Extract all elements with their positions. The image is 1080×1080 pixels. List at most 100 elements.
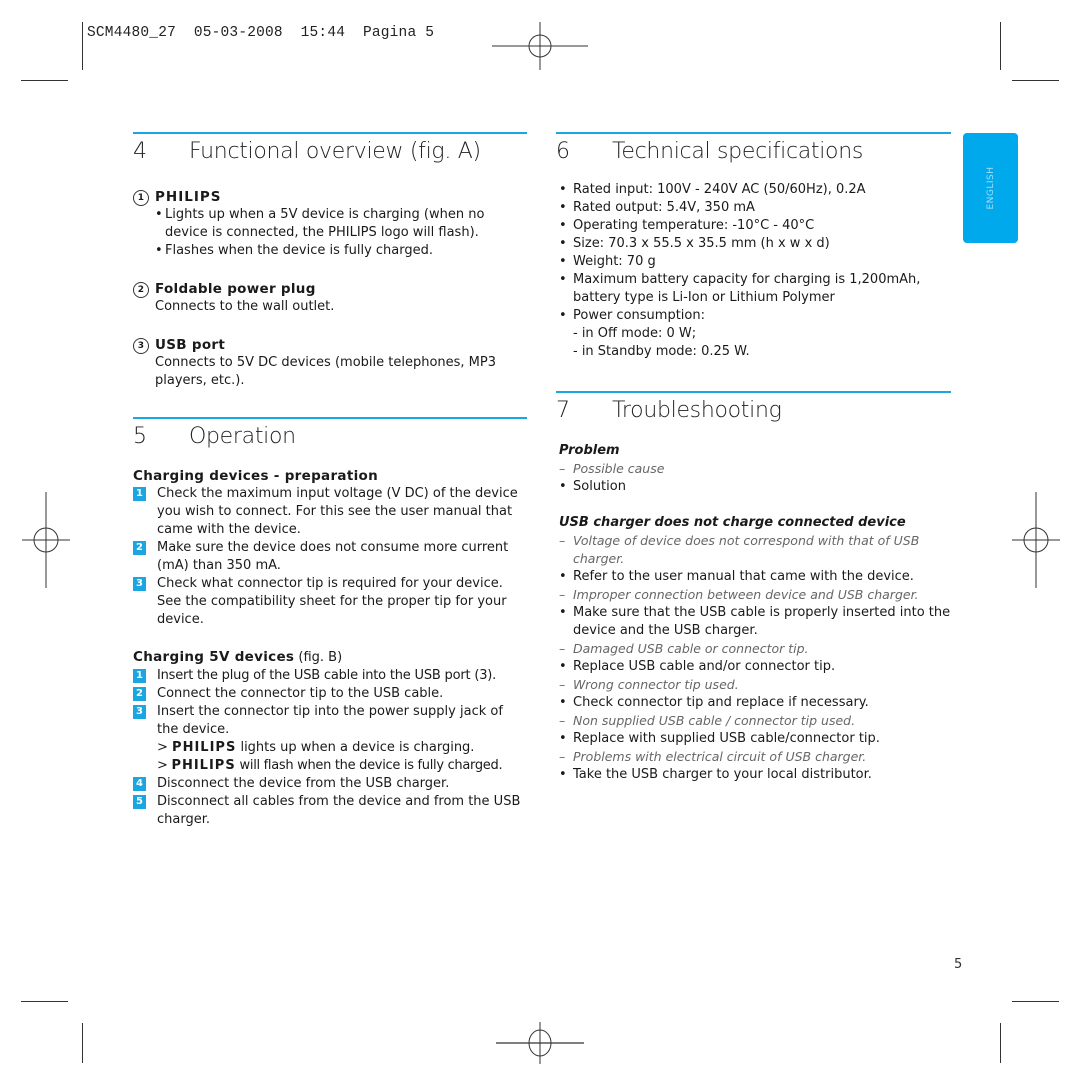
item-body: Connects to the wall outlet. <box>155 299 335 314</box>
step-text: Disconnect the device from the USB charg… <box>157 776 450 791</box>
power-mode-line: - in Off mode: 0 W; <box>573 326 697 341</box>
problem-title: USB charger does not charge connected de… <box>559 515 906 530</box>
item-body: Connects to 5V DC devices (mobile teleph… <box>155 355 497 388</box>
operation-content: Charging devices - preparation 1 Check th… <box>133 467 528 829</box>
solution: Make sure that the USB cable is properly… <box>559 604 951 640</box>
possible-cause: Wrong connector tip used. <box>559 676 951 694</box>
section-number: 7 <box>556 398 570 423</box>
functional-overview-list: 1 PHILIPS Lights up when a 5V device is c… <box>133 188 528 390</box>
item-heading: 2 Foldable power plug <box>133 280 528 298</box>
spec-item: Rated input: 100V - 240V AC (50/60Hz), 0… <box>559 181 951 199</box>
step-item: 2 Connect the connector tip to the USB ca… <box>133 685 528 703</box>
figure-reference: (fig. B) <box>298 650 343 665</box>
registration-mark-icon <box>1012 492 1060 588</box>
step-item: 3 Check what connector tip is required fo… <box>133 575 528 629</box>
overview-item: 1 PHILIPS Lights up when a 5V device is c… <box>133 188 528 260</box>
step-number: 3 <box>133 705 146 719</box>
legend-problem: Problem <box>559 443 620 458</box>
step-number: 1 <box>133 669 146 683</box>
crop-mark <box>82 1023 83 1063</box>
section-divider <box>556 132 951 134</box>
section-7-title: 7 Troubleshooting <box>556 398 782 423</box>
section-number: 4 <box>133 139 147 164</box>
possible-cause: Problems with electrical circuit of USB … <box>559 748 951 766</box>
step-text: Insert the plug of the USB cable into th… <box>157 668 497 683</box>
specifications-list: Rated input: 100V - 240V AC (50/60Hz), 0… <box>559 181 951 361</box>
step-text: Check the maximum input voltage (V DC) o… <box>157 486 518 537</box>
result-line: > PHILIPS will flash when the device is … <box>133 757 528 775</box>
possible-cause: Voltage of device does not correspond wi… <box>559 532 951 568</box>
crop-mark <box>1012 1001 1059 1002</box>
registration-mark-icon <box>22 492 70 588</box>
item-heading-text: PHILIPS <box>155 189 222 205</box>
item-body: Lights up when a 5V device is charging (… <box>133 206 528 260</box>
spec-item: Weight: 70 g <box>559 253 951 271</box>
power-mode-line: - in Standby mode: 0.25 W. <box>573 344 750 359</box>
solution: Replace USB cable and/or connector tip. <box>559 658 951 676</box>
step-item: 3 Insert the connector tip into the power… <box>133 703 528 739</box>
solution: Take the USB charger to your local distr… <box>559 766 951 784</box>
step-number: 4 <box>133 777 146 791</box>
result-text: lights up when a device is charging. <box>240 740 475 755</box>
legend-cause: Possible cause <box>559 460 951 478</box>
language-tab-label: ENGLISH <box>985 166 996 210</box>
section-divider <box>133 132 527 134</box>
callout-number: 1 <box>133 190 149 206</box>
subsection-heading: Charging 5V devices (fig. B) <box>133 648 528 667</box>
bullet-item: Lights up when a 5V device is charging (… <box>155 206 528 242</box>
result-prefix: > <box>157 740 168 755</box>
registration-mark-icon <box>496 1022 584 1064</box>
step-number: 5 <box>133 795 146 809</box>
section-title-text: Operation <box>189 424 296 449</box>
legend-solution: Solution <box>559 478 951 496</box>
item-heading: 1 PHILIPS <box>133 188 528 206</box>
step-number: 1 <box>133 487 146 501</box>
possible-cause: Improper connection between device and U… <box>559 586 951 604</box>
item-heading-text: USB port <box>155 337 226 353</box>
result-line: > PHILIPS lights up when a device is cha… <box>133 739 528 757</box>
section-number: 5 <box>133 424 147 449</box>
result-prefix: > <box>157 758 168 773</box>
callout-number: 3 <box>133 338 149 354</box>
section-6-title: 6 Technical specifications <box>556 139 863 164</box>
brand-name: PHILIPS <box>171 758 236 773</box>
step-number: 2 <box>133 687 146 701</box>
overview-item: 3 USB port Connects to 5V DC devices (mob… <box>133 336 528 390</box>
crop-mark <box>82 22 83 70</box>
step-text: Disconnect all cables from the device an… <box>157 794 521 827</box>
page-number: 5 <box>954 957 963 972</box>
crop-mark <box>21 80 68 81</box>
result-text: will flash when the device is fully char… <box>239 758 503 773</box>
step-number: 3 <box>133 577 146 591</box>
section-title-text: Troubleshooting <box>612 398 782 423</box>
section-divider <box>556 391 951 393</box>
item-heading-text: Foldable power plug <box>155 281 316 297</box>
possible-cause: Non supplied USB cable / connector tip u… <box>559 712 951 730</box>
subsection-heading: Charging devices - preparation <box>133 468 378 484</box>
spec-item: Rated output: 5.4V, 350 mA <box>559 199 951 217</box>
spec-item: Power consumption: <box>559 307 951 325</box>
step-text: Insert the connector tip into the power … <box>157 704 503 737</box>
step-text: Check what connector tip is required for… <box>157 576 507 627</box>
crop-mark <box>1000 22 1001 70</box>
section-title-text: Technical specifications <box>612 139 864 164</box>
section-title-text: Functional overview (fig. A) <box>189 139 481 164</box>
section-4-title: 4 Functional overview (fig. A) <box>133 139 481 164</box>
callout-number: 2 <box>133 282 149 298</box>
spec-item: Maximum battery capacity for charging is… <box>559 271 951 307</box>
language-tab: ENGLISH <box>963 133 1018 243</box>
section-5-title: 5 Operation <box>133 424 296 449</box>
step-item: 1 Check the maximum input voltage (V DC) … <box>133 485 528 539</box>
solution: Check connector tip and replace if neces… <box>559 694 951 712</box>
item-heading: 3 USB port <box>133 336 528 354</box>
bullet-item: Flashes when the device is fully charged… <box>155 242 528 260</box>
troubleshooting-content: Problem Possible cause Solution USB char… <box>559 442 951 784</box>
solution: Replace with supplied USB cable/connecto… <box>559 730 951 748</box>
subsection-heading-text: Charging 5V devices <box>133 649 295 665</box>
solution: Refer to the user manual that came with … <box>559 568 951 586</box>
step-item: 4 Disconnect the device from the USB char… <box>133 775 528 793</box>
overview-item: 2 Foldable power plug Connects to the wal… <box>133 280 528 316</box>
step-number: 2 <box>133 541 146 555</box>
step-item: 1 Insert the plug of the USB cable into t… <box>133 667 528 685</box>
spec-item: Operating temperature: -10°C - 40°C <box>559 217 951 235</box>
